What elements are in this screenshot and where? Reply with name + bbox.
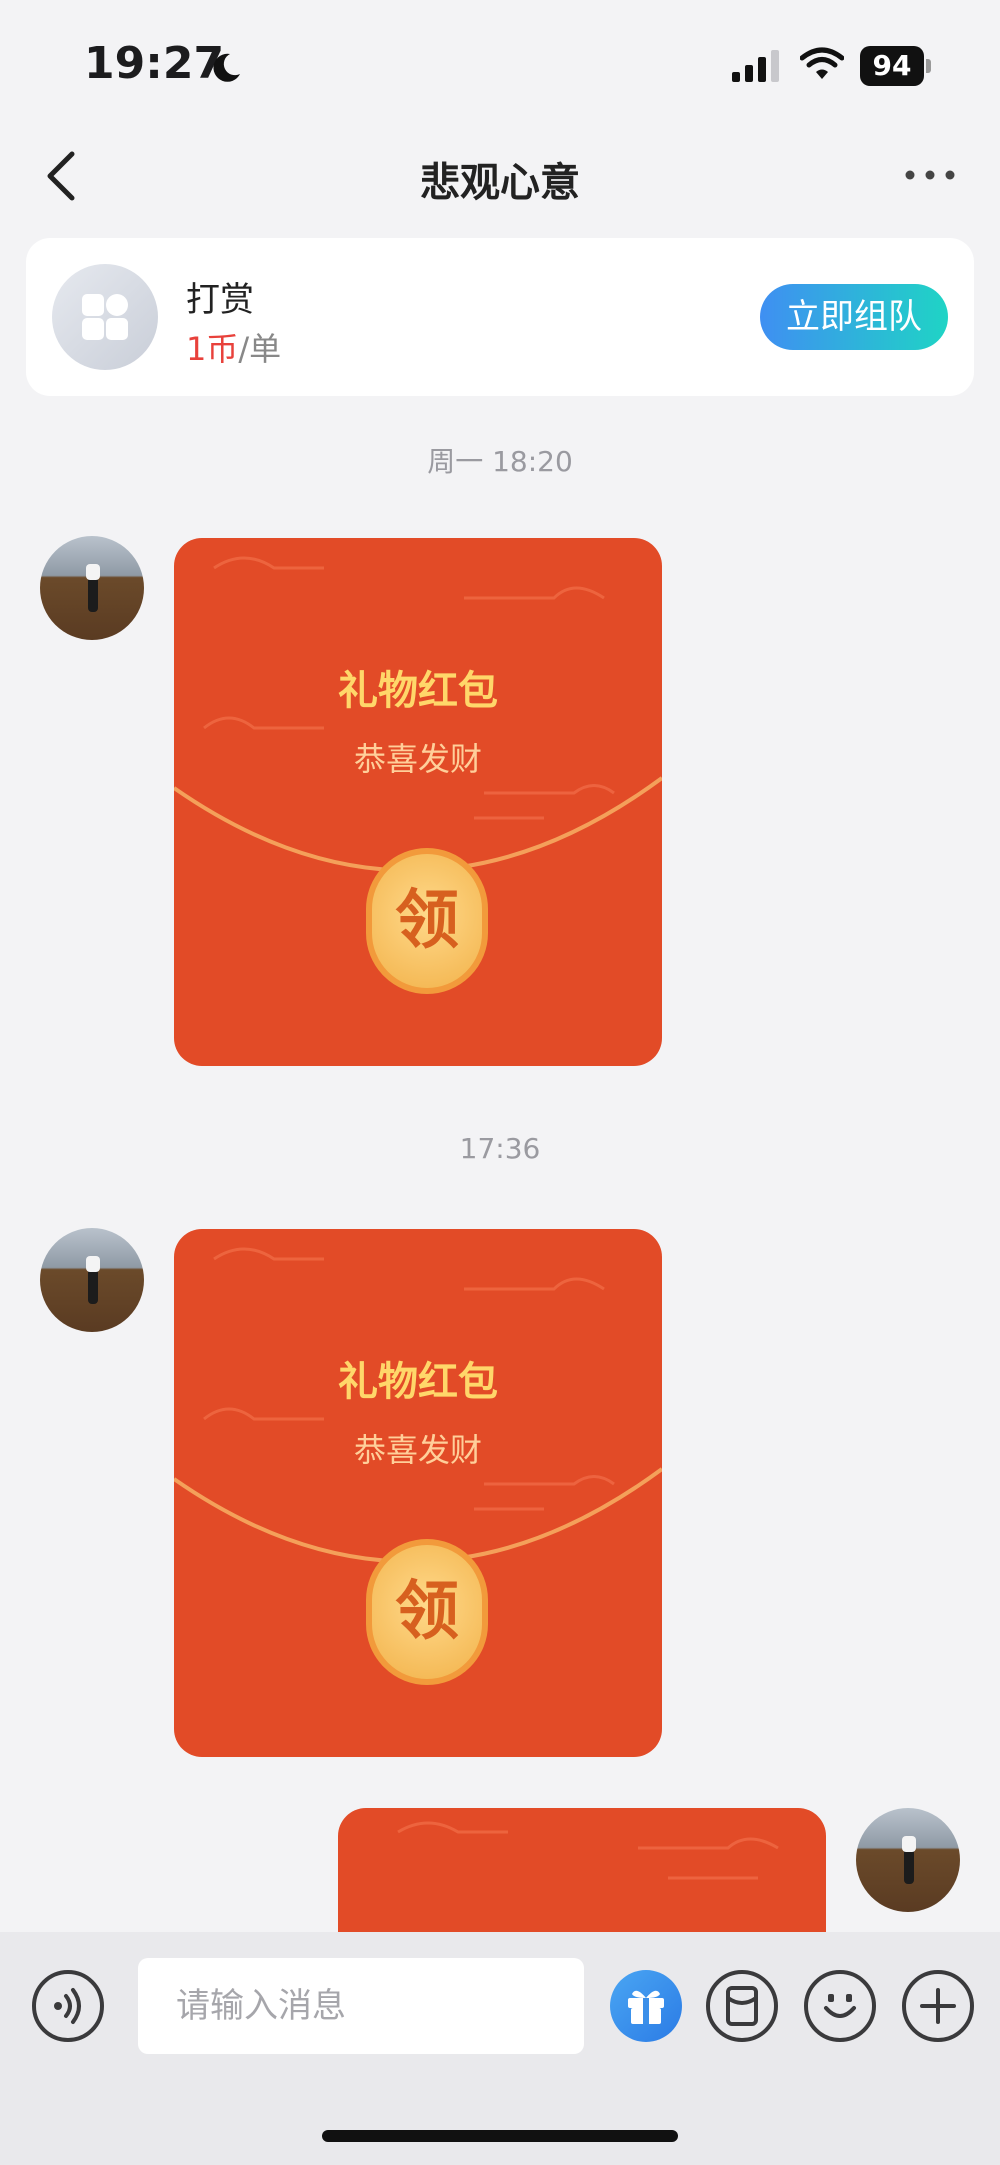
card-price: 1币/单 [186,324,281,370]
claim-button[interactable]: 领 [366,1539,488,1685]
back-icon[interactable] [40,148,88,204]
nav-bar: 悲观心意 [0,130,1000,220]
packet-decoration [397,1821,779,1880]
team-up-button[interactable]: 立即组队 [760,284,948,350]
emoji-icon[interactable] [804,1970,876,2042]
packet-subtitle: 恭喜发财 [353,740,482,778]
price-unit: /单 [238,330,282,368]
status-time: 19:27 [84,38,225,89]
apps-icon [52,264,158,370]
home-indicator [322,2130,678,2142]
wifi-icon [800,47,844,79]
timestamp: 周一 18:20 [427,445,573,478]
timestamp: 17:36 [459,1132,541,1165]
red-packet[interactable]: 礼物红包 恭喜发财 领 [174,538,662,1066]
avatar[interactable] [40,536,144,640]
red-packet[interactable] [338,1808,826,1932]
battery-level: 94 [860,46,924,86]
packet-title: 礼物红包 [338,668,498,714]
red-packet-icon[interactable] [706,1970,778,2042]
signal-icon [732,50,779,82]
plus-icon[interactable] [902,1970,974,2042]
reward-card: 打赏 1币/单 立即组队 [26,238,974,396]
moon-icon [213,53,240,82]
message-input[interactable] [138,1958,584,2054]
avatar[interactable] [40,1228,144,1332]
claim-button[interactable]: 领 [366,848,488,994]
gift-icon[interactable] [610,1970,682,2042]
red-packet[interactable]: 礼物红包 恭喜发财 领 [174,1229,662,1757]
more-icon[interactable] [900,160,960,190]
battery-icon: 94 [860,46,932,86]
packet-subtitle: 恭喜发财 [353,1431,482,1469]
packet-title: 礼物红包 [338,1359,498,1405]
voice-icon[interactable] [32,1970,104,2042]
page-title: 悲观心意 [420,160,580,206]
avatar[interactable] [856,1808,960,1912]
price-value: 1币 [186,330,239,368]
status-bar: 19:27 94 [0,0,1000,120]
card-title: 打赏 [186,280,254,320]
